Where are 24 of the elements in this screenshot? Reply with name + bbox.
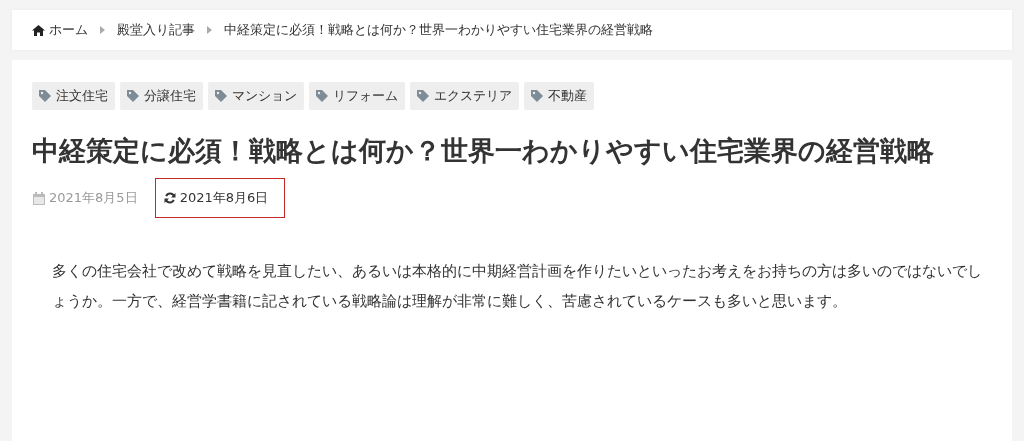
calendar-icon [33, 191, 45, 205]
refresh-icon [163, 192, 176, 204]
caret-icon [207, 26, 212, 34]
breadcrumb-current: 中経策定に必須！戦略とは何か？世界一わかりやすい住宅業界の経営戦略 [224, 21, 653, 39]
article-title: 中経策定に必須！戦略とは何か？世界一わかりやすい住宅業界の経営戦略 [32, 134, 935, 168]
tag-icon [39, 90, 51, 102]
category-tag[interactable]: リフォーム [309, 82, 405, 110]
date: 2021年8月5日 [32, 178, 155, 218]
category-tag[interactable]: エクステリア [410, 82, 519, 110]
home-icon [32, 24, 45, 36]
tag-icon [417, 90, 429, 102]
article-paragraph: 多くの住宅会社で改めて戦略を見直したい、あるいは本格的に中期経営計画を作りたいといったお考えをお持ちの方は多いのではないでしょうか。一方で、経営学書籍に記されている戦略論は理解が非常に難しく、苦慮されているケースも多いと思います。 [52, 261, 982, 312]
caret-icon [100, 26, 105, 34]
tag-icon [316, 90, 328, 102]
tag-icon [215, 90, 227, 102]
breadcrumb-link[interactable]: ホーム [49, 21, 88, 39]
category-tag[interactable]: 注文住宅 [32, 82, 115, 110]
category-tag[interactable]: 分譲住宅 [120, 82, 203, 110]
category-tag[interactable]: マンション [208, 82, 304, 110]
category-tag[interactable]: 不動産 [524, 82, 594, 110]
breadcrumb-link[interactable]: 殿堂入り記事 [117, 21, 195, 39]
tag-icon [531, 90, 543, 102]
tag-icon [127, 90, 139, 102]
highlighted-date: 2021年8月6日 [154, 178, 286, 218]
